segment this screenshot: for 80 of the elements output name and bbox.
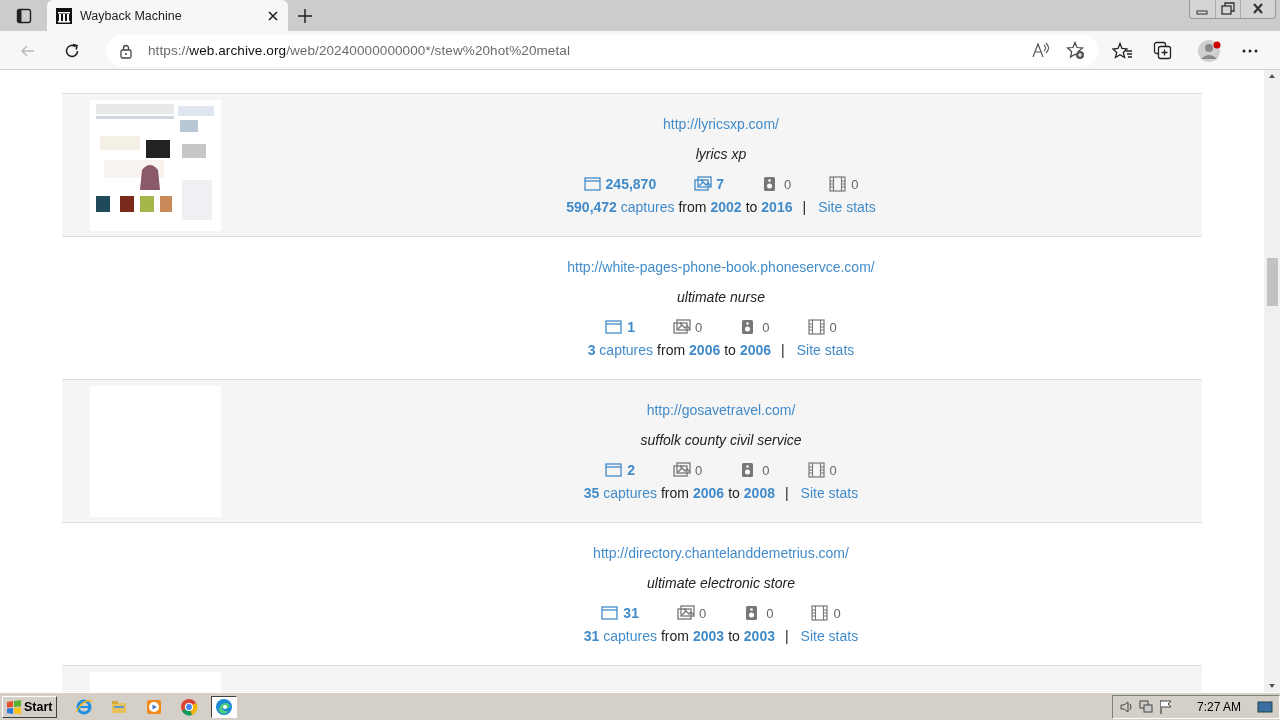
clock-text: 7:27 AM xyxy=(1196,699,1241,714)
site-link[interactable]: http://gosavetravel.com/ xyxy=(646,402,796,418)
lock-icon xyxy=(118,42,134,59)
site-stats-link[interactable]: Site stats xyxy=(800,628,859,644)
network-icon[interactable] xyxy=(1138,698,1153,715)
count-text: 245,870 xyxy=(605,176,657,192)
site-stats-link[interactable]: Site stats xyxy=(800,485,859,501)
site-stats-link[interactable]: Site stats xyxy=(818,199,876,215)
address-bar[interactable]: https://web.archive.org/web/20240000000000*/stew%20hot%20metal xyxy=(106,35,1098,66)
captures-link[interactable]: 31 captures xyxy=(583,628,657,644)
site-link[interactable]: http://white-pages-phone-book.phoneservce.com/ xyxy=(567,259,875,275)
browser-icon xyxy=(215,697,234,716)
taskbar-app-button[interactable] xyxy=(211,695,238,718)
count-text: 0 xyxy=(695,319,703,335)
start-button[interactable]: Start xyxy=(2,695,58,718)
count-text: 0 xyxy=(851,176,859,192)
count-text: 0 xyxy=(695,462,703,478)
captures-link[interactable]: 590,472 captures xyxy=(566,199,675,215)
captures-link[interactable]: 35 captures xyxy=(583,485,657,501)
to-text: to xyxy=(745,199,758,215)
scroll-thumb[interactable] xyxy=(1266,258,1278,306)
captures-link[interactable]: 3 captures xyxy=(587,342,654,358)
site-stats-link[interactable]: Site stats xyxy=(796,342,855,358)
browser-icon xyxy=(180,697,199,716)
year-link[interactable]: 2016 xyxy=(761,199,793,215)
count-text: 0 xyxy=(698,605,707,621)
read-aloud-icon[interactable] xyxy=(1032,41,1052,60)
count-text: 7 xyxy=(716,176,724,192)
add-favorite-icon[interactable] xyxy=(1066,41,1086,60)
year-link[interactable]: 2003 xyxy=(692,628,725,644)
year-link[interactable]: 2006 xyxy=(689,342,721,358)
count-text: 31 xyxy=(623,605,639,621)
to-text: to xyxy=(724,342,736,358)
url-text: https://web.archive.org/web/20240000000000*/stew%20hot%20metal xyxy=(148,43,571,58)
count-text: 0 xyxy=(762,462,770,478)
browser-icon xyxy=(75,697,94,716)
separator-text: | xyxy=(781,342,785,358)
year-link[interactable]: 2006 xyxy=(692,485,725,501)
to-text: to xyxy=(728,628,740,644)
site-title: ultimate electronic store xyxy=(647,575,795,591)
count-text: 0 xyxy=(783,176,792,192)
flag-icon[interactable] xyxy=(1158,698,1173,715)
site-link[interactable]: http://directory.chantelanddemetrius.com/ xyxy=(593,545,849,561)
count-text: 1 xyxy=(627,319,636,335)
profile-avatar-icon[interactable] xyxy=(1197,38,1221,63)
year-link[interactable]: 2003 xyxy=(743,628,775,644)
archive-logo-icon xyxy=(56,7,72,24)
media-player-icon xyxy=(145,697,164,716)
from-text: from xyxy=(678,199,707,215)
to-text: to xyxy=(728,485,740,501)
show-desktop-icon[interactable] xyxy=(1257,698,1273,715)
collections-icon[interactable] xyxy=(1153,40,1173,61)
separator-text: | xyxy=(802,199,807,215)
favorites-icon[interactable] xyxy=(1112,42,1133,59)
count-text: 0 xyxy=(833,605,841,621)
scrollbar[interactable] xyxy=(1264,70,1280,692)
from-text: from xyxy=(660,485,689,501)
site-title: ultimate nurse xyxy=(677,289,765,305)
count-text: 2 xyxy=(627,462,636,478)
separator-text: | xyxy=(784,628,789,644)
count-text: 0 xyxy=(829,462,837,478)
count-text: 0 xyxy=(829,319,837,335)
volume-icon[interactable] xyxy=(1118,698,1133,715)
tab-actions-icon[interactable] xyxy=(15,7,32,24)
site-title: suffolk county civil service xyxy=(640,432,802,448)
site-link[interactable]: http://lyricsxp.com/ xyxy=(663,116,779,132)
reload-icon[interactable] xyxy=(63,41,81,60)
separator-text: | xyxy=(784,485,789,501)
site-title: lyrics xp xyxy=(695,146,747,162)
count-text: 0 xyxy=(762,319,770,335)
year-link[interactable]: 2002 xyxy=(710,199,742,215)
windows-logo-icon xyxy=(6,698,22,715)
from-text: from xyxy=(657,342,686,358)
browser-tab[interactable]: Wayback Machine xyxy=(47,0,288,31)
count-text: 0 xyxy=(766,605,774,621)
from-text: from xyxy=(660,628,689,644)
year-link[interactable]: 2006 xyxy=(739,342,772,358)
year-link[interactable]: 2008 xyxy=(743,485,775,501)
close-icon[interactable] xyxy=(267,9,279,22)
new-tab-icon[interactable] xyxy=(297,7,313,24)
